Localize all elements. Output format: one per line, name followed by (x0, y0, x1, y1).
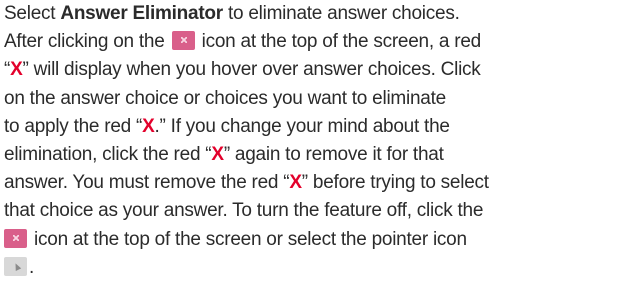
help-text-segment: icon at the top of the screen or select … (29, 228, 467, 250)
help-text-segment: icon at the top of the screen, a red (196, 31, 482, 53)
help-line-4: on the answer choice or choices you want… (4, 85, 644, 113)
help-line-2: After clicking on the icon at the top of… (4, 28, 644, 56)
help-text-segment: Select (4, 3, 61, 24)
help-line-5: to apply the red “X.” If you change your… (4, 113, 644, 141)
help-text-segment: to eliminate answer choices. (222, 3, 460, 24)
help-line-7: answer. You must remove the red “X” befo… (4, 169, 644, 197)
help-text-segment: ” again to remove it for that (223, 143, 444, 165)
help-text-segment: answer. You must remove the red “ (4, 172, 290, 194)
help-text-segment: After clicking on the (4, 31, 170, 53)
red-x-mark: X (289, 172, 302, 194)
help-text-segment: to apply the red “ (4, 115, 143, 137)
help-text-segment: ” before trying to select (301, 172, 489, 194)
answer-eliminator-icon (4, 228, 27, 248)
help-text-segment: .” If you change your mind about the (154, 115, 450, 137)
help-line-3: “X” will display when you hover over ans… (4, 56, 644, 84)
red-x-mark: X (10, 59, 23, 81)
answer-eliminator-icon (171, 31, 195, 51)
help-line-8: that choice as your answer. To turn the … (4, 197, 644, 225)
help-text-segment: . (29, 256, 35, 278)
help-line-6: elimination, click the red “X” again to … (4, 141, 644, 169)
red-x-mark: X (211, 143, 224, 165)
help-text-segment: on the answer choice or choices you want… (4, 87, 446, 109)
red-x-mark: X (142, 115, 155, 137)
answer-eliminator-term: Answer Eliminator (60, 3, 223, 24)
help-text-segment: that choice as your answer. To turn the … (4, 200, 484, 222)
help-line-10: . (4, 254, 644, 282)
answer-eliminator-help: Select Answer Eliminator to eliminate an… (0, 0, 644, 282)
help-line-1: Select Answer Eliminator to eliminate an… (4, 0, 644, 28)
help-text-segment: elimination, click the red “ (4, 143, 212, 165)
help-text-segment: ” will display when you hover over answe… (22, 59, 481, 81)
help-line-9: icon at the top of the screen or select … (4, 226, 644, 254)
pointer-icon (4, 256, 27, 276)
